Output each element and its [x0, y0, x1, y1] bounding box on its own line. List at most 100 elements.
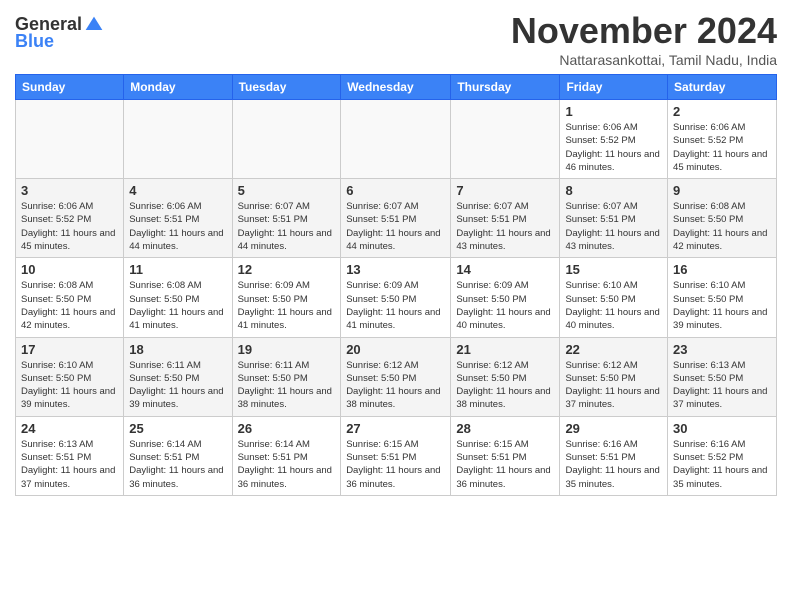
calendar-day: 17 Sunrise: 6:10 AM Sunset: 5:50 PM Dayli…: [16, 337, 124, 416]
location-text: Nattarasankottai, Tamil Nadu, India: [511, 52, 777, 68]
weekday-header-wednesday: Wednesday: [341, 75, 451, 100]
day-info: Sunrise: 6:07 AM Sunset: 5:51 PM Dayligh…: [565, 200, 662, 253]
day-number: 19: [238, 342, 336, 357]
day-number: 18: [129, 342, 226, 357]
weekday-header-tuesday: Tuesday: [232, 75, 341, 100]
day-number: 7: [456, 183, 554, 198]
day-number: 27: [346, 421, 445, 436]
calendar-week-5: 24 Sunrise: 6:13 AM Sunset: 5:51 PM Dayli…: [16, 416, 777, 495]
day-info: Sunrise: 6:10 AM Sunset: 5:50 PM Dayligh…: [21, 359, 118, 412]
calendar-day: 13 Sunrise: 6:09 AM Sunset: 5:50 PM Dayli…: [341, 258, 451, 337]
day-info: Sunrise: 6:10 AM Sunset: 5:50 PM Dayligh…: [673, 279, 771, 332]
day-number: 24: [21, 421, 118, 436]
calendar-day: 28 Sunrise: 6:15 AM Sunset: 5:51 PM Dayli…: [451, 416, 560, 495]
day-info: Sunrise: 6:07 AM Sunset: 5:51 PM Dayligh…: [346, 200, 445, 253]
calendar-day: 30 Sunrise: 6:16 AM Sunset: 5:52 PM Dayli…: [668, 416, 777, 495]
day-number: 11: [129, 262, 226, 277]
day-info: Sunrise: 6:07 AM Sunset: 5:51 PM Dayligh…: [456, 200, 554, 253]
calendar-day: 20 Sunrise: 6:12 AM Sunset: 5:50 PM Dayli…: [341, 337, 451, 416]
calendar-day: 16 Sunrise: 6:10 AM Sunset: 5:50 PM Dayli…: [668, 258, 777, 337]
day-info: Sunrise: 6:09 AM Sunset: 5:50 PM Dayligh…: [346, 279, 445, 332]
day-info: Sunrise: 6:13 AM Sunset: 5:51 PM Dayligh…: [21, 438, 118, 491]
day-number: 20: [346, 342, 445, 357]
calendar-week-3: 10 Sunrise: 6:08 AM Sunset: 5:50 PM Dayli…: [16, 258, 777, 337]
weekday-header-thursday: Thursday: [451, 75, 560, 100]
calendar-day: 7 Sunrise: 6:07 AM Sunset: 5:51 PM Daylig…: [451, 179, 560, 258]
weekday-header-saturday: Saturday: [668, 75, 777, 100]
day-info: Sunrise: 6:12 AM Sunset: 5:50 PM Dayligh…: [456, 359, 554, 412]
day-number: 26: [238, 421, 336, 436]
day-number: 22: [565, 342, 662, 357]
calendar-day: 8 Sunrise: 6:07 AM Sunset: 5:51 PM Daylig…: [560, 179, 668, 258]
day-number: 23: [673, 342, 771, 357]
day-number: 29: [565, 421, 662, 436]
calendar-day: 23 Sunrise: 6:13 AM Sunset: 5:50 PM Dayli…: [668, 337, 777, 416]
calendar-day: [451, 100, 560, 179]
calendar-day: 24 Sunrise: 6:13 AM Sunset: 5:51 PM Dayli…: [16, 416, 124, 495]
day-number: 25: [129, 421, 226, 436]
calendar-week-4: 17 Sunrise: 6:10 AM Sunset: 5:50 PM Dayli…: [16, 337, 777, 416]
calendar-day: 26 Sunrise: 6:14 AM Sunset: 5:51 PM Dayli…: [232, 416, 341, 495]
day-number: 16: [673, 262, 771, 277]
calendar-day: [124, 100, 232, 179]
calendar-week-2: 3Sunrise: 6:06 AM Sunset: 5:52 PM Daylig…: [16, 179, 777, 258]
title-section: November 2024 Nattarasankottai, Tamil Na…: [511, 10, 777, 68]
day-number: 8: [565, 183, 662, 198]
day-number: 13: [346, 262, 445, 277]
day-info: Sunrise: 6:09 AM Sunset: 5:50 PM Dayligh…: [456, 279, 554, 332]
calendar-day: 1Sunrise: 6:06 AM Sunset: 5:52 PM Daylig…: [560, 100, 668, 179]
calendar-day: 10Sunrise: 6:08 AM Sunset: 5:50 PM Dayli…: [16, 258, 124, 337]
day-number: 2: [673, 104, 771, 119]
day-info: Sunrise: 6:14 AM Sunset: 5:51 PM Dayligh…: [129, 438, 226, 491]
day-number: 30: [673, 421, 771, 436]
calendar-day: 19Sunrise: 6:11 AM Sunset: 5:50 PM Dayli…: [232, 337, 341, 416]
calendar-week-1: 1 Sunrise: 6:06 AM Sunset: 5:52 PM Daylig…: [16, 100, 777, 179]
day-info: Sunrise: 6:13 AM Sunset: 5:50 PM Dayligh…: [673, 359, 771, 412]
day-info: Sunrise: 6:10 AM Sunset: 5:50 PM Dayligh…: [565, 279, 662, 332]
calendar-day: 14 Sunrise: 6:09 AM Sunset: 5:50 PM Dayli…: [451, 258, 560, 337]
weekday-header-monday: Monday: [124, 75, 232, 100]
day-number: 17: [21, 342, 118, 357]
day-info: Sunrise: 6:15 AM Sunset: 5:51 PM Dayligh…: [346, 438, 445, 491]
calendar-day: 11 Sunrise: 6:08 AM Sunset: 5:50 PM Dayli…: [124, 258, 232, 337]
calendar-day: 3Sunrise: 6:06 AM Sunset: 5:52 PM Daylig…: [16, 179, 124, 258]
calendar-day: 12Sunrise: 6:09 AM Sunset: 5:50 PM Dayli…: [232, 258, 341, 337]
calendar-day: 25 Sunrise: 6:14 AM Sunset: 5:51 PM Dayli…: [124, 416, 232, 495]
day-info: Sunrise: 6:16 AM Sunset: 5:52 PM Dayligh…: [673, 438, 771, 491]
day-number: 10: [21, 262, 118, 277]
day-number: 28: [456, 421, 554, 436]
day-number: 9: [673, 183, 771, 198]
day-info: Sunrise: 6:08 AM Sunset: 5:50 PM Dayligh…: [129, 279, 226, 332]
day-info: Sunrise: 6:07 AM Sunset: 5:51 PM Dayligh…: [238, 200, 336, 253]
day-number: 1: [565, 104, 662, 119]
day-info: Sunrise: 6:06 AM Sunset: 5:52 PM Dayligh…: [673, 121, 771, 174]
calendar-day: 21 Sunrise: 6:12 AM Sunset: 5:50 PM Dayli…: [451, 337, 560, 416]
calendar-day: 4Sunrise: 6:06 AM Sunset: 5:51 PM Daylig…: [124, 179, 232, 258]
calendar-day: 22 Sunrise: 6:12 AM Sunset: 5:50 PM Dayli…: [560, 337, 668, 416]
logo-blue-text: Blue: [15, 31, 54, 52]
day-info: Sunrise: 6:12 AM Sunset: 5:50 PM Dayligh…: [565, 359, 662, 412]
calendar-day: 5 Sunrise: 6:07 AM Sunset: 5:51 PM Daylig…: [232, 179, 341, 258]
calendar-table: SundayMondayTuesdayWednesdayThursdayFrid…: [15, 74, 777, 496]
calendar-day: 6 Sunrise: 6:07 AM Sunset: 5:51 PM Daylig…: [341, 179, 451, 258]
calendar-day: 9 Sunrise: 6:08 AM Sunset: 5:50 PM Daylig…: [668, 179, 777, 258]
day-number: 5: [238, 183, 336, 198]
calendar-day: 27 Sunrise: 6:15 AM Sunset: 5:51 PM Dayli…: [341, 416, 451, 495]
day-number: 14: [456, 262, 554, 277]
weekday-header-friday: Friday: [560, 75, 668, 100]
day-number: 6: [346, 183, 445, 198]
day-info: Sunrise: 6:12 AM Sunset: 5:50 PM Dayligh…: [346, 359, 445, 412]
day-info: Sunrise: 6:09 AM Sunset: 5:50 PM Dayligh…: [238, 279, 336, 332]
day-info: Sunrise: 6:06 AM Sunset: 5:51 PM Dayligh…: [129, 200, 226, 253]
calendar-day: 18Sunrise: 6:11 AM Sunset: 5:50 PM Dayli…: [124, 337, 232, 416]
day-number: 21: [456, 342, 554, 357]
calendar-day: 2 Sunrise: 6:06 AM Sunset: 5:52 PM Daylig…: [668, 100, 777, 179]
day-info: Sunrise: 6:15 AM Sunset: 5:51 PM Dayligh…: [456, 438, 554, 491]
day-number: 3: [21, 183, 118, 198]
day-info: Sunrise: 6:08 AM Sunset: 5:50 PM Dayligh…: [673, 200, 771, 253]
calendar-day: [16, 100, 124, 179]
page-header: General Blue November 2024 Nattarasankot…: [15, 10, 777, 68]
day-info: Sunrise: 6:14 AM Sunset: 5:51 PM Dayligh…: [238, 438, 336, 491]
weekday-header-row: SundayMondayTuesdayWednesdayThursdayFrid…: [16, 75, 777, 100]
calendar-day: 15Sunrise: 6:10 AM Sunset: 5:50 PM Dayli…: [560, 258, 668, 337]
